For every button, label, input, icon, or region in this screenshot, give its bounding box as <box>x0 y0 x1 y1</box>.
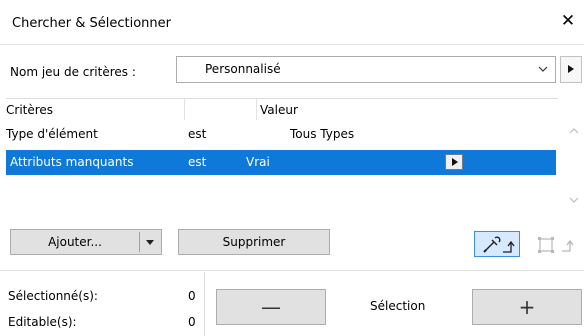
add-button-label[interactable]: Ajouter... <box>11 230 139 254</box>
value-options-button[interactable] <box>445 154 463 170</box>
selected-count-value: 0 <box>188 289 196 303</box>
criteria-set-next-button[interactable] <box>560 56 582 83</box>
row-operator[interactable]: est <box>188 127 206 141</box>
row-criterion[interactable]: Attributs manquants <box>10 155 133 169</box>
divider <box>204 272 205 336</box>
scroll-up-icon[interactable] <box>568 126 580 136</box>
pick-parameters-button[interactable] <box>474 231 520 257</box>
remove-from-selection-button[interactable]: — <box>216 289 326 325</box>
chevron-down-icon[interactable] <box>146 240 154 245</box>
divider <box>0 270 584 271</box>
selection-label: Sélection <box>370 299 426 313</box>
marquee-select-button[interactable] <box>534 231 580 257</box>
chevron-down-icon <box>538 66 548 72</box>
window-title: Chercher & Sélectionner <box>12 16 171 31</box>
close-icon[interactable]: ✕ <box>558 10 578 32</box>
row-value[interactable]: Vrai <box>246 155 270 169</box>
criteria-set-label: Nom jeu de critères : <box>10 65 136 79</box>
add-to-selection-button[interactable]: + <box>472 289 582 325</box>
editable-count-value: 0 <box>188 315 196 329</box>
column-header-criteria: Critères <box>6 103 54 117</box>
column-separator <box>256 98 257 120</box>
play-icon <box>568 65 574 73</box>
divider <box>0 44 584 45</box>
split-separator <box>139 232 140 252</box>
scroll-down-icon[interactable] <box>568 195 580 205</box>
marquee-arrow-icon <box>538 237 574 253</box>
add-button[interactable]: Ajouter... <box>10 229 162 255</box>
editable-count-label: Editable(s): <box>8 315 77 329</box>
criteria-set-value: Personnalisé <box>205 62 281 76</box>
play-icon <box>452 158 458 166</box>
selected-count-label: Sélectionné(s): <box>8 289 98 303</box>
row-criterion[interactable]: Type d'élément <box>6 127 98 141</box>
eyedropper-arrow-icon <box>483 236 515 253</box>
delete-button[interactable]: Supprimer <box>178 229 330 255</box>
criteria-set-dropdown[interactable]: Personnalisé <box>176 56 556 83</box>
row-value[interactable]: Tous Types <box>290 127 354 141</box>
column-header-value: Valeur <box>260 103 298 117</box>
row-operator[interactable]: est <box>188 155 206 169</box>
column-separator <box>184 98 185 120</box>
